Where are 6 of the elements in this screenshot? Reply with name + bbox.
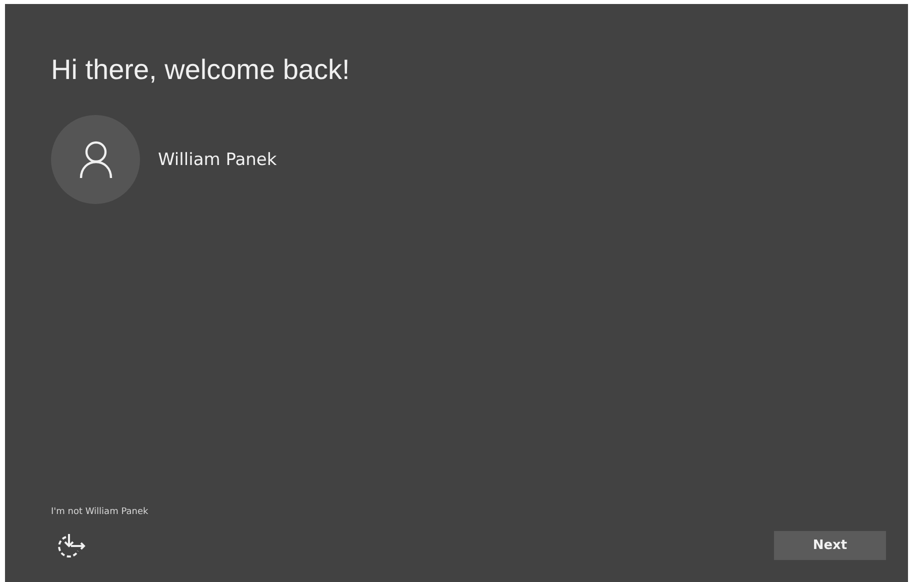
accessibility-icon[interactable] [57,532,87,558]
person-icon [78,140,112,178]
next-button[interactable]: Next [774,531,886,560]
user-name: William Panek [158,150,277,170]
welcome-heading: Hi there, welcome back! [51,54,351,86]
not-me-link[interactable]: I'm not William Panek [51,507,148,517]
